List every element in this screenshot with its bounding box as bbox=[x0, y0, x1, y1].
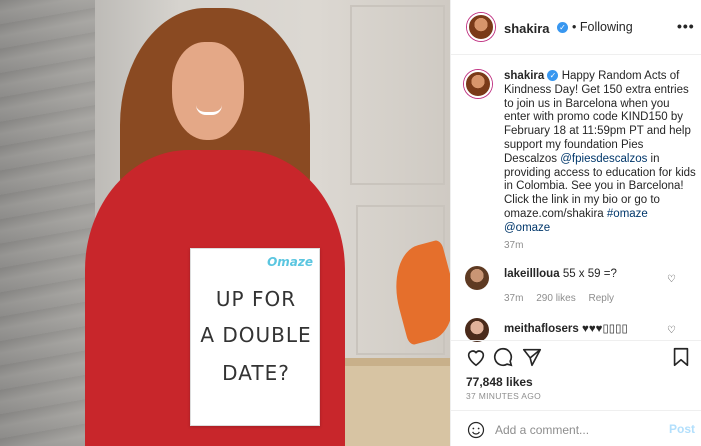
verified-badge-icon: ✓ bbox=[557, 22, 568, 33]
post-comment-button[interactable]: Post bbox=[669, 422, 695, 436]
sign-line-2: A DOUBLE bbox=[200, 323, 312, 347]
sign-line-1: UP FOR bbox=[215, 287, 297, 311]
comment-likes[interactable]: 290 likes bbox=[536, 293, 575, 304]
person-face bbox=[172, 42, 244, 140]
comment-time[interactable]: 37m bbox=[504, 293, 523, 304]
bookmark-icon[interactable] bbox=[670, 346, 692, 368]
reply-button[interactable]: Reply bbox=[588, 293, 614, 304]
like-heart-icon[interactable] bbox=[465, 346, 487, 368]
comment-like-heart-icon[interactable]: ♡ bbox=[667, 325, 677, 336]
emoji-icon[interactable] bbox=[467, 421, 485, 439]
caption-username[interactable]: shakira bbox=[504, 70, 544, 82]
comment-like-heart-icon[interactable]: ♡ bbox=[667, 274, 677, 285]
share-send-icon[interactable] bbox=[521, 346, 543, 368]
comment: lakeillloua 55 x 59 =? bbox=[504, 268, 617, 280]
comment: meithaflosers ♥♥♥▯▯▯▯ bbox=[504, 321, 628, 335]
following-status[interactable]: • Following bbox=[572, 20, 633, 34]
verified-badge-icon: ✓ bbox=[547, 70, 559, 82]
comment-text: ♥♥♥▯▯▯▯ bbox=[581, 323, 628, 335]
post-side-panel: shakira ✓ • Following ••• shakira ✓ Happ… bbox=[450, 0, 701, 446]
separator: • bbox=[572, 20, 577, 34]
held-sign: Omaze UP FOR A DOUBLE DATE? bbox=[190, 248, 320, 426]
caption-avatar[interactable] bbox=[464, 70, 492, 98]
commenter-avatar[interactable] bbox=[465, 266, 489, 290]
post-timestamp[interactable]: 37 MINUTES AGO bbox=[466, 391, 541, 401]
comment-username[interactable]: meithaflosers bbox=[504, 323, 579, 335]
post-photo[interactable]: Omaze UP FOR A DOUBLE DATE? bbox=[0, 0, 450, 446]
post-caption: shakira ✓ Happy Random Acts of Kindness … bbox=[504, 70, 696, 236]
likes-count[interactable]: 77,848 likes bbox=[466, 375, 533, 389]
add-comment-input[interactable] bbox=[495, 420, 665, 440]
action-bar bbox=[451, 340, 701, 376]
comment-bubble-icon[interactable] bbox=[492, 346, 514, 368]
sign-brand: Omaze bbox=[267, 255, 313, 269]
comment-username[interactable]: lakeillloua bbox=[504, 268, 560, 280]
wall-molding bbox=[350, 5, 445, 185]
comment-text: 55 x 59 =? bbox=[562, 268, 617, 280]
sign-line-3: DATE? bbox=[222, 361, 290, 385]
caption-text-1: Happy Random Acts of Kindness Day! Get 1… bbox=[504, 70, 691, 165]
post-header: shakira ✓ • Following ••• bbox=[451, 0, 701, 55]
instagram-post: Omaze UP FOR A DOUBLE DATE? shakira ✓ • … bbox=[0, 0, 701, 446]
caption-time[interactable]: 37m bbox=[504, 240, 523, 251]
commenter-avatar[interactable] bbox=[465, 318, 489, 342]
more-options-icon[interactable]: ••• bbox=[677, 18, 695, 34]
comment-meta: 37m 290 likes Reply bbox=[504, 293, 624, 304]
following-label[interactable]: Following bbox=[580, 20, 633, 34]
mention-link[interactable]: @omaze bbox=[504, 222, 550, 234]
mention-link[interactable]: @fpiesdescalzos bbox=[560, 153, 647, 165]
window-blinds bbox=[0, 0, 95, 446]
author-avatar[interactable] bbox=[467, 13, 495, 41]
hashtag-link[interactable]: #omaze bbox=[607, 208, 648, 220]
author-username[interactable]: shakira bbox=[504, 21, 550, 36]
